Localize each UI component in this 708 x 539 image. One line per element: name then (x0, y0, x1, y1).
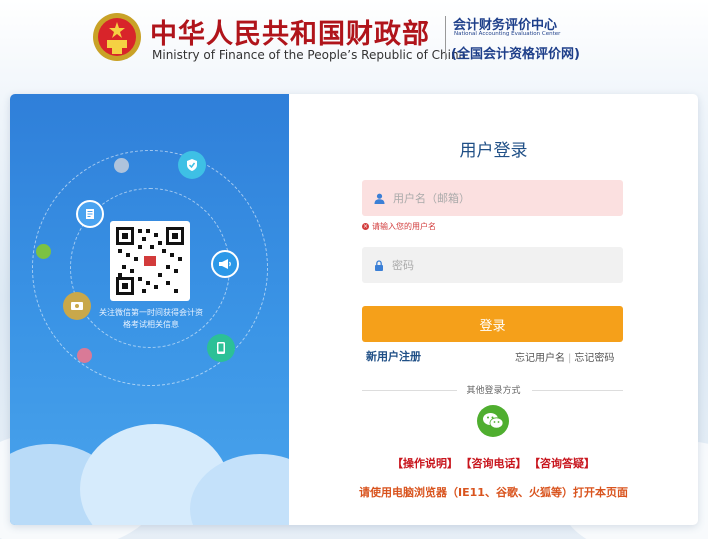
shield-icon (178, 151, 206, 179)
link-separator: | (568, 353, 572, 364)
ministry-title-en: Ministry of Finance of the People’s Repu… (152, 48, 466, 62)
mobile-icon (207, 334, 235, 362)
faq-link[interactable]: 【咨询答疑】 (535, 457, 596, 470)
hotline-link[interactable]: 【咨询电话】 (466, 457, 527, 470)
document-icon (76, 200, 104, 228)
username-input[interactable] (393, 191, 613, 205)
center-title-en: National Accounting Evaluation Center (454, 31, 561, 37)
header-divider (445, 16, 446, 60)
user-icon (374, 193, 385, 204)
other-login-label: 其他登录方式 (466, 386, 521, 396)
center-subtitle: (全国会计资格评价网) (451, 47, 580, 62)
ministry-title: 中华人民共和国财政部 (150, 19, 430, 50)
qr-caption: 关注微信第一时间获得会计资格考试相关信息 (99, 308, 203, 329)
national-emblem-icon (93, 13, 141, 61)
browser-tip: 请使用电脑浏览器（IE11、谷歌、火狐等）打开本页面 (359, 486, 628, 499)
login-button[interactable]: 登录 (362, 306, 623, 342)
password-field[interactable] (362, 247, 623, 283)
site-header: 中华人民共和国财政部 Ministry of Finance of the Pe… (0, 0, 708, 80)
login-card: 关注微信第一时间获得会计资格考试相关信息 用户登录 × 请输入您的用户名 登录 … (10, 94, 698, 525)
wechat-qr-code (110, 221, 190, 301)
orbit-dot-green (36, 244, 51, 259)
lock-icon (375, 259, 383, 271)
wechat-icon (483, 413, 504, 429)
username-field[interactable] (362, 180, 623, 216)
wechat-login-button[interactable] (477, 405, 509, 437)
exam-icon (63, 292, 91, 320)
orbit-dot-pink (77, 348, 92, 363)
forgot-username-link[interactable]: 忘记用户名 (515, 353, 565, 364)
login-panel: 用户登录 × 请输入您的用户名 登录 新用户注册 忘记用户名|忘记密码 其他登录… (289, 94, 698, 525)
username-error-text: 请输入您的用户名 (372, 222, 436, 231)
forgot-links: 忘记用户名 | 忘记密码 (515, 349, 614, 364)
login-title: 用户登录 (459, 141, 528, 161)
promo-panel: 关注微信第一时间获得会计资格考试相关信息 (10, 94, 289, 525)
forgot-password-link[interactable]: 忘记密码 (574, 353, 614, 364)
megaphone-icon (211, 250, 239, 278)
password-input[interactable] (392, 258, 612, 272)
orbit-dot-grey (114, 158, 129, 173)
operation-guide-link[interactable]: 【操作说明】 (392, 457, 458, 470)
register-link[interactable]: 新用户注册 (366, 348, 421, 364)
username-error: × 请输入您的用户名 (362, 221, 436, 232)
help-links: 【操作说明】 【咨询电话】 【咨询答疑】 (289, 455, 698, 471)
error-icon: × (362, 223, 369, 230)
